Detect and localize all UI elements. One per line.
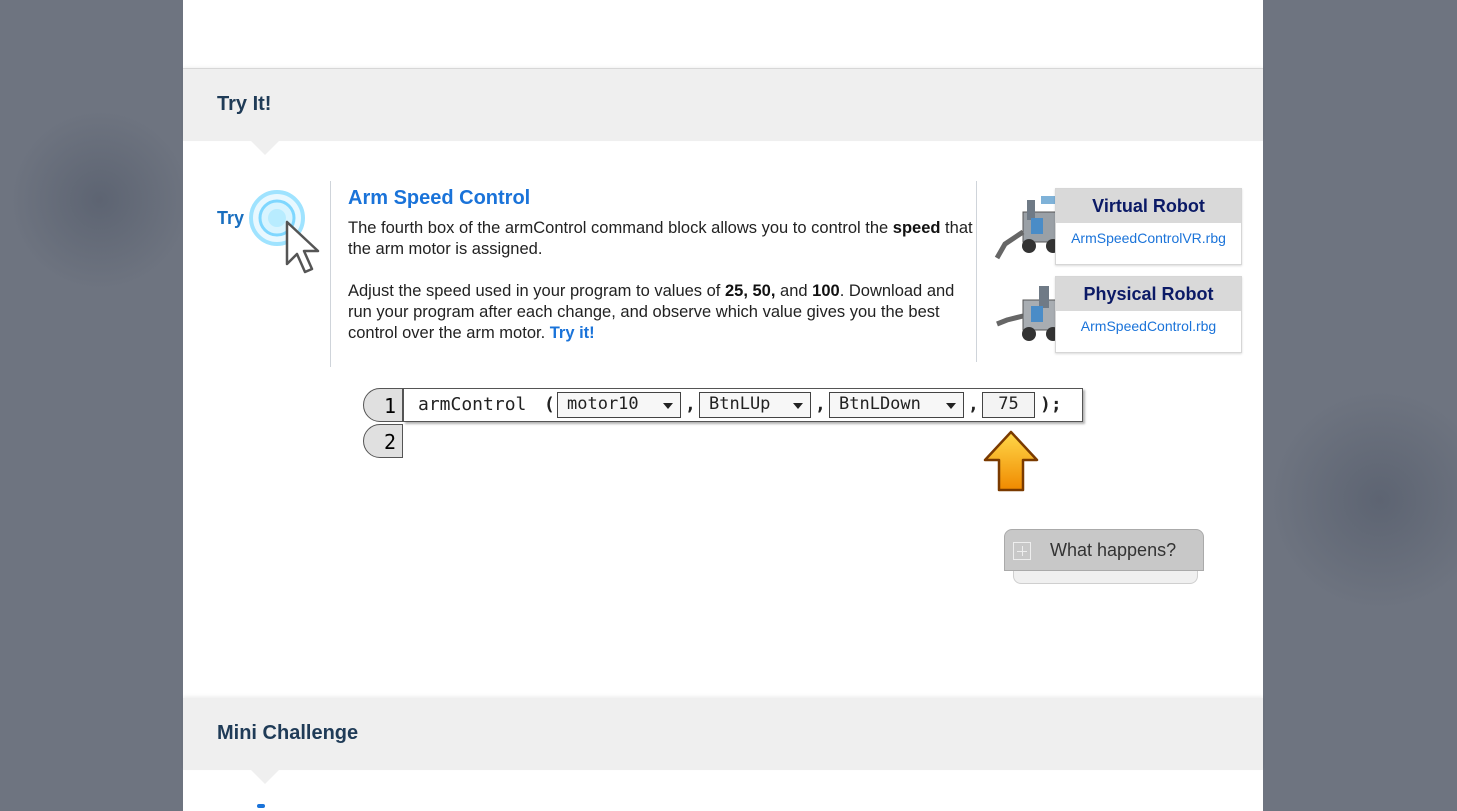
function-name: armControl: [418, 394, 527, 415]
try-it-link[interactable]: Try it!: [550, 324, 595, 342]
what-happens-button[interactable]: What happens?: [1004, 529, 1204, 571]
what-happens-panel: [1013, 571, 1198, 584]
arrow-up-icon: [983, 430, 1039, 492]
code-line-1: armControl ( motor10 , BtnLUp , BtnLDown…: [403, 388, 1083, 422]
comma-1: ,: [685, 394, 696, 415]
partial-content-marker: [257, 804, 265, 808]
comma-3: ,: [968, 394, 979, 415]
virtual-robot-title: Virtual Robot: [1056, 189, 1241, 223]
motor-dropdown[interactable]: motor10: [557, 392, 681, 418]
physical-robot-box: Physical Robot ArmSpeedControl.rbg: [1055, 276, 1242, 353]
mini-challenge-section-header: Mini Challenge: [183, 698, 1263, 784]
chevron-down-icon: [663, 403, 673, 409]
section-title-try-it: Try It!: [217, 93, 272, 115]
try-it-content: Arm Speed Control The fourth box of the …: [348, 186, 973, 365]
activity-heading: Arm Speed Control: [348, 187, 531, 209]
try-it-section-header: Try It!: [183, 69, 1263, 155]
virtual-robot-card[interactable]: Virtual Robot ArmSpeedControlVR.rbg: [993, 188, 1243, 266]
paragraph-1: The fourth box of the armControl command…: [348, 219, 973, 258]
divider-right: [976, 181, 977, 362]
physical-robot-card[interactable]: Physical Robot ArmSpeedControl.rbg: [993, 276, 1243, 354]
lesson-page: Try It! Try it! 1 Arm Speed Control The …: [183, 0, 1263, 811]
top-blank-area: [183, 0, 1263, 69]
comma-2: ,: [815, 394, 826, 415]
open-paren: (: [544, 394, 555, 415]
button-down-dropdown[interactable]: BtnLDown: [829, 392, 964, 418]
what-happens-label: What happens?: [1050, 540, 1177, 560]
expand-plus-icon: [1013, 542, 1031, 560]
virtual-robot-box: Virtual Robot ArmSpeedControlVR.rbg: [1055, 188, 1242, 265]
close-paren: );: [1040, 394, 1062, 415]
virtual-robot-file-link[interactable]: ArmSpeedControlVR.rbg: [1056, 223, 1241, 253]
section-notch: [251, 770, 279, 784]
speed-input[interactable]: 75: [982, 392, 1035, 418]
physical-robot-title: Physical Robot: [1056, 277, 1241, 311]
line-number-1: 1: [363, 388, 403, 422]
button-up-dropdown[interactable]: BtnLUp: [699, 392, 811, 418]
section-notch: [251, 141, 279, 155]
section-title-mini-challenge: Mini Challenge: [217, 722, 359, 744]
physical-robot-file-link[interactable]: ArmSpeedControl.rbg: [1056, 311, 1241, 341]
chevron-down-icon: [793, 403, 803, 409]
divider-left: [330, 181, 331, 367]
line-number-2: 2: [363, 424, 403, 458]
cursor-click-icon: [249, 190, 320, 274]
paragraph-2: Adjust the speed used in your program to…: [348, 282, 955, 342]
chevron-down-icon: [946, 403, 956, 409]
